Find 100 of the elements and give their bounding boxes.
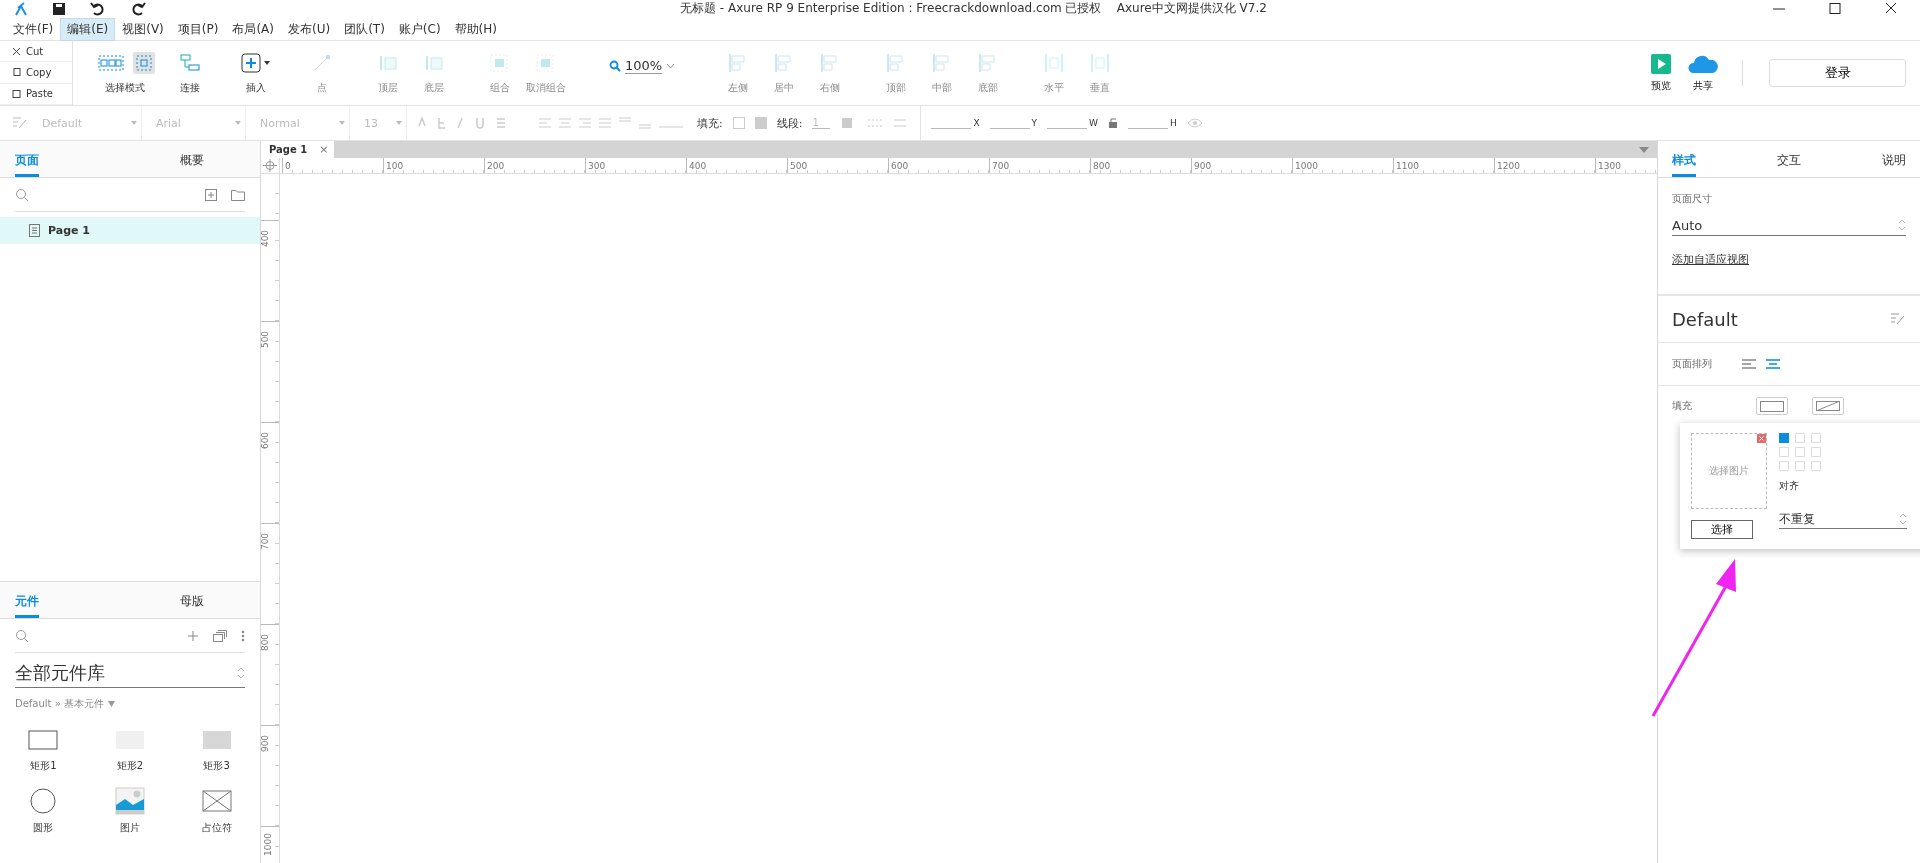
panel-tab[interactable]: 概要 <box>124 152 260 177</box>
ruler-label: 600 <box>261 431 272 450</box>
add-page-icon[interactable] <box>205 188 217 201</box>
add-icon[interactable] <box>187 629 199 642</box>
fill-color-swatch[interactable] <box>732 117 745 129</box>
coordinate-label: W <box>1089 118 1098 128</box>
ruler-label: 1300 <box>1597 161 1621 171</box>
stepper-icon[interactable] <box>1898 218 1906 232</box>
lock-icon[interactable] <box>1108 117 1118 129</box>
folder-icon[interactable] <box>231 188 245 201</box>
ruler-label: 300 <box>587 161 606 171</box>
clear-image-icon[interactable] <box>1757 434 1766 443</box>
fill-color-button[interactable] <box>1756 397 1788 415</box>
menu-item[interactable]: 团队(T) <box>337 17 392 41</box>
undo-icon[interactable] <box>90 2 106 16</box>
page-tab[interactable]: Page 1 <box>269 144 308 155</box>
zoom-icon[interactable] <box>609 60 621 72</box>
caret-icon[interactable] <box>396 121 402 125</box>
menu-item[interactable]: 账户(C) <box>391 17 448 41</box>
caret-icon[interactable] <box>235 121 241 125</box>
menu-item[interactable]: 项目(P) <box>170 17 226 41</box>
close-icon[interactable] <box>1884 3 1898 15</box>
menu-item[interactable]: 帮助(H) <box>447 17 504 41</box>
caret-icon[interactable] <box>108 701 115 707</box>
library-dropdown[interactable]: 全部元件库 <box>15 659 245 688</box>
close-tab-button[interactable]: × <box>319 143 329 156</box>
fill-image-button[interactable] <box>1812 397 1844 415</box>
ruler-label: 800 <box>261 633 272 652</box>
caret-icon[interactable] <box>131 121 137 125</box>
page-item[interactable]: Page 1 <box>0 217 260 244</box>
cut-button[interactable]: Cut <box>0 41 72 63</box>
image-icon[interactable] <box>115 787 145 815</box>
inspector-tab[interactable]: 样式 <box>1672 152 1696 177</box>
preview-button[interactable]: 预览 <box>1640 53 1682 93</box>
connect-tool[interactable]: 连接 <box>167 51 213 95</box>
dropdown-icon[interactable] <box>1639 146 1649 153</box>
crosshair-icon[interactable] <box>261 158 280 173</box>
shadow-swatch[interactable] <box>754 117 767 129</box>
visibility-icon[interactable] <box>1186 118 1203 128</box>
menu-item[interactable]: 视图(V) <box>115 17 171 41</box>
ruler-label: 900 <box>261 734 272 753</box>
inspector-tab[interactable]: 交互 <box>1777 152 1801 177</box>
zoom-dropdown[interactable]: 100% <box>609 58 676 88</box>
inspector-tab[interactable]: 说明 <box>1882 152 1906 177</box>
connector-icon[interactable] <box>180 54 200 72</box>
adaptive-view-link[interactable]: 添加自适应视图 <box>1672 252 1749 267</box>
caret-icon[interactable] <box>339 121 345 125</box>
menu-item[interactable]: 编辑(E) <box>60 17 116 41</box>
style-edit-icon[interactable] <box>12 116 28 130</box>
insert-tool[interactable]: 插入 <box>233 51 279 95</box>
multi-select-icon[interactable] <box>98 55 124 71</box>
redo-icon[interactable] <box>130 2 146 16</box>
cloud-icon[interactable] <box>1688 53 1718 74</box>
copy-button[interactable]: Copy <box>0 62 72 84</box>
repeat-dropdown[interactable]: 不重复 <box>1779 510 1907 529</box>
coordinate-label: X <box>973 118 980 128</box>
search-icon[interactable] <box>15 187 29 202</box>
search-icon[interactable] <box>15 628 29 643</box>
caret-icon[interactable] <box>666 63 676 69</box>
ruler-label: 1000 <box>1294 161 1318 171</box>
menu-item[interactable]: 发布(U) <box>281 17 338 41</box>
ruler-label: 900 <box>1193 161 1212 171</box>
circle-icon[interactable] <box>28 787 59 815</box>
panel-tab[interactable]: 元件 <box>15 593 39 618</box>
copy-icon[interactable] <box>12 68 21 77</box>
panel-tab[interactable]: 母版 <box>124 593 260 618</box>
save-icon[interactable] <box>52 2 66 16</box>
stepper-icon[interactable] <box>1899 512 1907 526</box>
page-icon[interactable] <box>29 224 40 237</box>
maximize-icon[interactable] <box>1828 3 1842 15</box>
placeholder-icon[interactable] <box>201 787 232 815</box>
menu-item[interactable]: 布局(A) <box>225 17 281 41</box>
ruler-label: 700 <box>991 161 1010 171</box>
play-icon[interactable] <box>1651 53 1671 74</box>
library-icon[interactable] <box>213 629 227 642</box>
paste-button[interactable]: Paste <box>0 83 72 105</box>
align-label: 对齐 <box>1779 479 1800 493</box>
align-center-icon[interactable] <box>1766 358 1780 370</box>
page-arrange-label: 页面排列 <box>1672 357 1713 371</box>
ruler-label: 800 <box>1092 161 1111 171</box>
ruler-label: 400 <box>261 229 272 248</box>
widget-label: 矩形3 <box>203 759 230 773</box>
menu-item[interactable]: 文件(F) <box>6 17 61 41</box>
edit-style-icon[interactable] <box>1890 312 1906 326</box>
choose-button[interactable]: 选择 <box>1691 520 1753 539</box>
insert-icon[interactable] <box>241 53 271 73</box>
ruler-label: 1200 <box>1496 161 1520 171</box>
select-icon[interactable] <box>136 55 152 71</box>
login-button[interactable]: 登录 <box>1769 59 1906 87</box>
stepper-icon[interactable] <box>237 666 245 680</box>
align-left-icon[interactable] <box>1742 358 1756 370</box>
library-breadcrumb[interactable]: Default » 基本元件 <box>15 697 104 711</box>
share-button[interactable]: 共享 <box>1682 53 1724 93</box>
alignment-cell[interactable] <box>1779 433 1789 443</box>
select-tool[interactable]: 选择模式 <box>83 51 167 95</box>
fill-label: 填充 <box>1672 399 1693 413</box>
page-size-dropdown[interactable]: Auto <box>1672 215 1906 236</box>
more-icon[interactable] <box>241 629 245 642</box>
ruler-label: 100 <box>385 161 404 171</box>
logo-icon <box>14 2 28 16</box>
